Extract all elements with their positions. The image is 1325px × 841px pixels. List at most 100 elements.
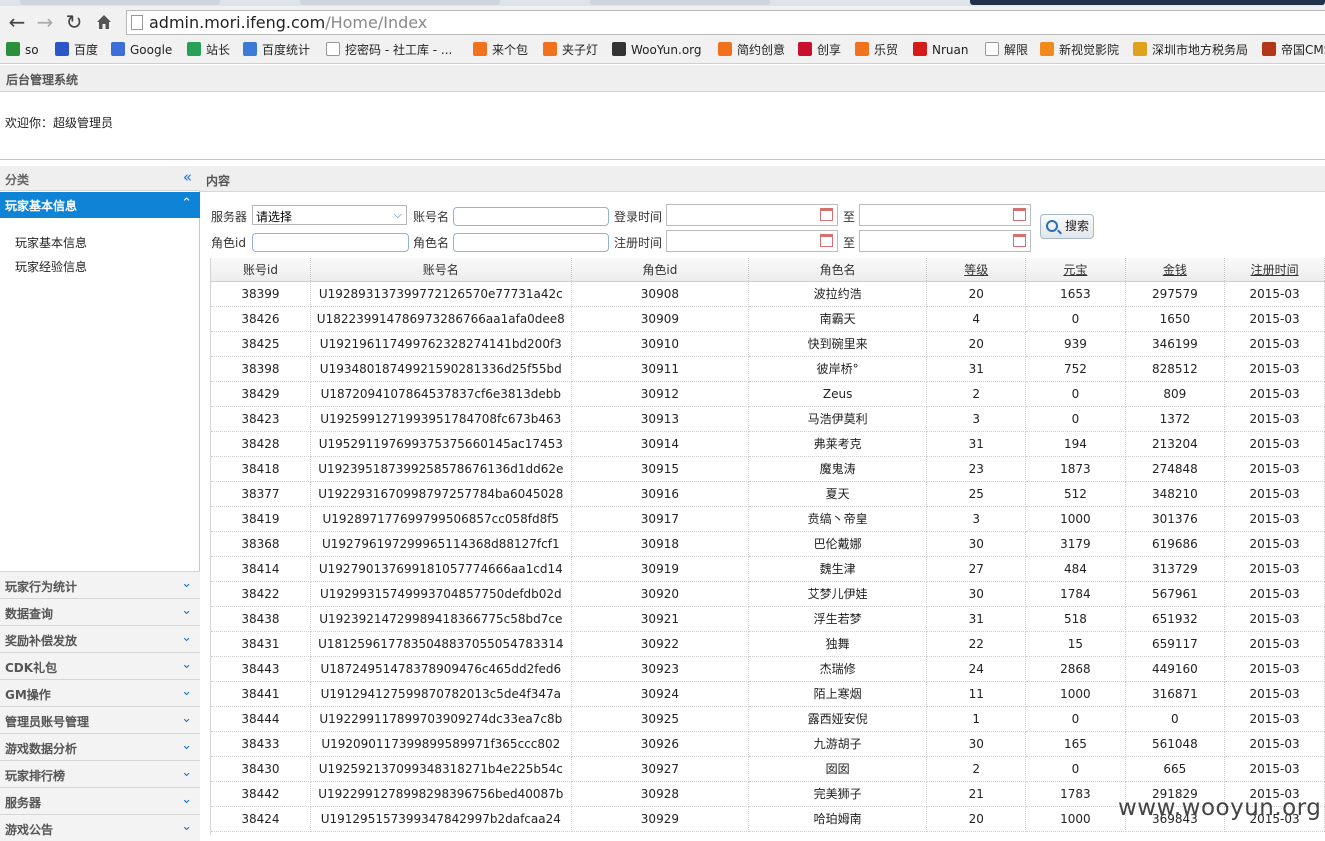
calendar-icon[interactable] xyxy=(1013,208,1026,221)
double-chevron-down-icon[interactable]: ⌄ xyxy=(181,765,192,780)
column-header[interactable]: 金钱 xyxy=(1125,258,1226,282)
sidebar-item-player-basic[interactable]: 玩家基本信息 xyxy=(15,234,87,251)
browser-tab[interactable] xyxy=(20,0,220,5)
sidebar-group[interactable]: 游戏数据分析 ⌄ xyxy=(0,733,200,760)
double-chevron-down-icon[interactable]: ⌄ xyxy=(181,819,192,834)
double-chevron-down-icon[interactable]: ⌄ xyxy=(181,657,192,672)
table-row[interactable]: 38438 U19239214729989418366775c58bd7ce 309… xyxy=(211,606,1325,632)
role-name-input[interactable] xyxy=(453,233,609,252)
login-time-start-input[interactable] xyxy=(666,204,838,226)
login-time-end-input[interactable] xyxy=(859,204,1031,226)
bookmark-item[interactable]: 新视觉影院 xyxy=(1040,42,1119,58)
table-row[interactable]: 38423 U1925991271993951784708fc673b463 309… xyxy=(211,406,1325,432)
login-to-label: 至 xyxy=(843,210,856,224)
table-row[interactable]: 38426 U182239914786973286766aa1afa0dee8 30… xyxy=(211,306,1325,332)
sidebar-group[interactable]: 玩家排行榜 ⌄ xyxy=(0,760,200,787)
column-header[interactable]: 等级 xyxy=(926,258,1027,282)
sidebar-group[interactable]: 玩家行为统计 ⌄ xyxy=(0,571,200,598)
bookmark-item[interactable]: Nruan xyxy=(913,42,968,58)
bookmark-item[interactable]: 简约创意 xyxy=(718,42,785,58)
sidebar-group[interactable]: 服务器 ⌄ xyxy=(0,787,200,814)
table-cell: 274848 xyxy=(1125,456,1226,482)
table-row[interactable]: 38431 U1812596177835048837055054783314 309… xyxy=(211,631,1325,657)
bookmark-item[interactable]: 帝国CMS xyxy=(1262,42,1325,58)
chevron-up-icon[interactable]: ⌃ xyxy=(181,196,192,211)
table-row[interactable]: 38377 U1922931670998797257784ba6045028 309… xyxy=(211,481,1325,507)
bookmark-item[interactable]: Google xyxy=(111,42,172,58)
table-row[interactable]: 38443 U18724951478378909476c465dd2fed6 309… xyxy=(211,656,1325,682)
bookmark-label: Nruan xyxy=(932,43,969,57)
bookmark-item[interactable]: 站长 xyxy=(187,42,230,58)
bookmark-item[interactable]: 百度统计 xyxy=(243,42,310,58)
bookmark-item[interactable]: 乐贸 xyxy=(855,42,898,58)
role-id-input[interactable] xyxy=(252,233,409,252)
table-row[interactable]: 38430 U192592137099348318271b4e225b54c 309… xyxy=(211,756,1325,782)
calendar-icon[interactable] xyxy=(820,208,833,221)
double-chevron-down-icon[interactable]: ⌄ xyxy=(181,576,192,591)
double-chevron-down-icon[interactable]: ⌄ xyxy=(181,792,192,807)
bookmark-item[interactable]: 来个包 xyxy=(473,42,528,58)
bookmark-item[interactable]: 夹子灯 xyxy=(543,42,598,58)
column-header[interactable]: 元宝 xyxy=(1025,258,1126,282)
forward-icon[interactable]: → xyxy=(34,10,56,34)
table-row[interactable]: 38418 U192395187399258578676136d1dd62e 309… xyxy=(211,456,1325,482)
browser-tab[interactable] xyxy=(970,0,1325,5)
sidebar-group-active[interactable]: 玩家基本信息 ⌃ xyxy=(0,192,200,218)
browser-tab[interactable] xyxy=(300,0,500,5)
table-cell: 浮生若梦 xyxy=(748,606,928,632)
double-chevron-down-icon[interactable]: ⌄ xyxy=(181,711,192,726)
bookmark-item[interactable]: 挖密码 - 社工库 - ... xyxy=(326,42,452,58)
search-button-label: 搜索 xyxy=(1065,219,1090,233)
table-row[interactable]: 38444 U192299117899703909274dc33ea7c8b 309… xyxy=(211,706,1325,732)
register-time-start-input[interactable] xyxy=(666,230,838,252)
table-row[interactable]: 38398 U19348018749921590281336d25f55bd 309… xyxy=(211,356,1325,382)
double-chevron-down-icon[interactable]: ⌄ xyxy=(181,738,192,753)
table-row[interactable]: 38428 U195291197699375375660145ac17453 309… xyxy=(211,431,1325,457)
bookmark-item[interactable]: 解限 xyxy=(985,42,1028,58)
table-cell: 38429 xyxy=(211,381,311,407)
double-chevron-down-icon[interactable]: ⌄ xyxy=(181,603,192,618)
table-row[interactable]: 38368 U192796197299965114368d88127fcf1 309… xyxy=(211,531,1325,557)
table-cell: 38422 xyxy=(211,581,311,607)
sidebar-group[interactable]: CDK礼包 ⌄ xyxy=(0,652,200,679)
sidebar-item-player-exp[interactable]: 玩家经验信息 xyxy=(15,258,87,275)
table-cell: 2015-03 xyxy=(1224,456,1325,482)
calendar-icon[interactable] xyxy=(820,234,833,247)
column-header[interactable]: 注册时间 xyxy=(1224,258,1325,282)
bookmark-item[interactable]: so xyxy=(6,42,39,58)
double-chevron-down-icon[interactable]: ⌄ xyxy=(181,630,192,645)
account-name-input[interactable] xyxy=(453,207,609,226)
sidebar-group[interactable]: 奖励补偿发放 ⌄ xyxy=(0,625,200,652)
table-row[interactable]: 38419 U192897177699799506857cc058fd8f5 309… xyxy=(211,506,1325,532)
address-bar[interactable]: admin.mori.ifeng.com/Home/Index xyxy=(126,10,1325,35)
sidebar-group[interactable]: GM操作 ⌄ xyxy=(0,679,200,706)
collapse-left-icon[interactable]: « xyxy=(183,168,192,186)
table-row[interactable]: 38433 U192090117399899589971f365ccc802 309… xyxy=(211,731,1325,757)
register-time-end-input[interactable] xyxy=(859,230,1031,252)
bookmark-item[interactable]: 创享 xyxy=(798,42,841,58)
sidebar: 分类 « 玩家基本信息 ⌃ 玩家基本信息 玩家经验信息 玩家行为统计 ⌄ 数据查询 ⌄… xyxy=(0,166,200,841)
sidebar-group[interactable]: 数据查询 ⌄ xyxy=(0,598,200,625)
reload-icon[interactable]: ↻ xyxy=(63,10,85,34)
bookmark-item[interactable]: 百度 xyxy=(55,42,98,58)
table-row[interactable]: 38422 U19299315749993704857750defdb02d 309… xyxy=(211,581,1325,607)
table-row[interactable]: 38429 U1872094107864537837cf6e3813debb 309… xyxy=(211,381,1325,407)
home-icon[interactable] xyxy=(93,10,115,34)
bookmark-item[interactable]: 深圳市地方税务局 xyxy=(1133,42,1248,58)
table-cell: 1000 xyxy=(1025,506,1126,532)
bookmark-item[interactable]: WooYun.org xyxy=(612,42,702,58)
server-select[interactable]: 请选择 ⌵ xyxy=(252,205,407,225)
table-row[interactable]: 38425 U192196117499762328274141bd200f3 309… xyxy=(211,331,1325,357)
back-icon[interactable]: ← xyxy=(6,10,28,34)
table-row[interactable]: 38414 U192790137699181057774666aa1cd14 309… xyxy=(211,556,1325,582)
search-icon xyxy=(1046,220,1058,232)
sidebar-group[interactable]: 管理员账号管理 ⌄ xyxy=(0,706,200,733)
browser-tab[interactable] xyxy=(590,0,770,5)
search-button[interactable]: 搜索 xyxy=(1040,214,1094,239)
calendar-icon[interactable] xyxy=(1013,234,1026,247)
double-chevron-down-icon[interactable]: ⌄ xyxy=(181,684,192,699)
table-row[interactable]: 38441 U191294127599870782013c5de4f347a 309… xyxy=(211,681,1325,707)
bookmark-label: 创享 xyxy=(817,43,842,57)
sidebar-group[interactable]: 游戏公告 ⌄ xyxy=(0,814,200,841)
table-row[interactable]: 38399 U192893137399772126570e77731a42c 309… xyxy=(211,281,1325,307)
